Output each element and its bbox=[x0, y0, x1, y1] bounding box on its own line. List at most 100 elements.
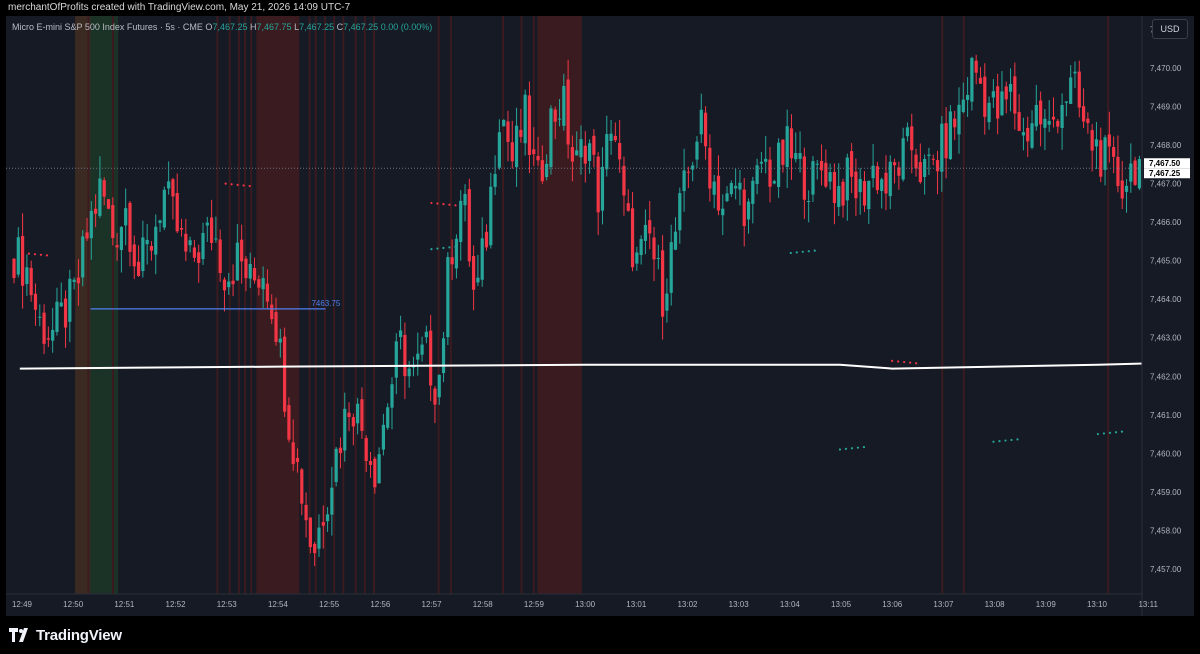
price-marker-label: 7,467.25 bbox=[1149, 169, 1181, 178]
candle-body bbox=[351, 417, 355, 427]
candle-body bbox=[38, 316, 42, 318]
candle-body bbox=[1086, 118, 1090, 124]
candle-body bbox=[111, 205, 115, 239]
candle-body bbox=[772, 181, 776, 184]
session-stripe-2 bbox=[216, 16, 219, 594]
candle-body bbox=[648, 220, 652, 234]
candle-body bbox=[364, 438, 368, 461]
candle-body bbox=[441, 338, 446, 374]
candle-body bbox=[931, 158, 935, 160]
candle-body bbox=[278, 338, 282, 343]
candle-body bbox=[935, 160, 940, 172]
psar-dot-down bbox=[909, 361, 912, 364]
candle-body bbox=[751, 180, 755, 204]
candle-body bbox=[523, 94, 527, 144]
candle-body bbox=[424, 331, 428, 338]
candle-body bbox=[768, 159, 772, 187]
candle-body bbox=[502, 119, 506, 127]
candle-body bbox=[489, 186, 493, 246]
candle-body bbox=[317, 527, 321, 549]
psar-dot-down bbox=[45, 254, 49, 257]
time-tick-label: 12:58 bbox=[473, 600, 494, 609]
candle-body bbox=[209, 217, 214, 243]
price-tick-label: 7,464.00 bbox=[1150, 295, 1182, 304]
time-tick-label: 13:01 bbox=[626, 600, 647, 609]
candle-body bbox=[1060, 104, 1064, 128]
candle-body bbox=[622, 165, 626, 196]
candle-body bbox=[1137, 159, 1142, 189]
candle-body bbox=[20, 236, 25, 286]
price-tick-label: 7,460.00 bbox=[1150, 449, 1182, 458]
candle-body bbox=[1030, 123, 1034, 148]
price-chart[interactable]: 7463.757,471.007,470.007,469.007,468.007… bbox=[6, 16, 1194, 616]
session-stripe-8 bbox=[308, 16, 311, 594]
candle-body bbox=[1008, 84, 1013, 92]
candle-body bbox=[1124, 185, 1129, 192]
candle-body bbox=[661, 250, 665, 317]
candle-body bbox=[313, 543, 317, 554]
tradingview-logo[interactable]: TradingView bbox=[9, 626, 122, 644]
candle-body bbox=[291, 442, 295, 465]
time-tick-label: 12:49 bbox=[12, 600, 33, 609]
candle-body bbox=[437, 374, 441, 398]
psar-dot-up bbox=[998, 440, 1001, 443]
candle-body bbox=[583, 145, 587, 164]
time-tick-label: 12:50 bbox=[63, 600, 84, 609]
psar-dot-up bbox=[789, 251, 792, 255]
psar-dot-up bbox=[801, 250, 804, 253]
candle-body bbox=[974, 60, 978, 73]
candle-body bbox=[880, 179, 884, 191]
candle-body bbox=[961, 99, 965, 112]
candle-body bbox=[1133, 160, 1137, 185]
candle-body bbox=[914, 154, 918, 169]
candle-body bbox=[472, 256, 476, 290]
psar-dot-up bbox=[862, 445, 866, 449]
candle-body bbox=[171, 179, 175, 197]
currency-button[interactable]: USD bbox=[1152, 19, 1188, 39]
candle-body bbox=[639, 239, 643, 255]
candle-body bbox=[1026, 127, 1030, 142]
candle-body bbox=[746, 201, 751, 220]
candle-body bbox=[1129, 163, 1133, 182]
candle-body bbox=[575, 150, 579, 156]
candle-body bbox=[875, 166, 879, 191]
psar-dot-down bbox=[915, 362, 918, 365]
candle-body bbox=[386, 407, 390, 428]
psar-dot-up bbox=[1114, 431, 1118, 434]
candle-body bbox=[1013, 76, 1017, 114]
psar-dot-up bbox=[992, 440, 995, 443]
candle-body bbox=[965, 94, 970, 100]
candle-body bbox=[360, 399, 364, 431]
candle-body bbox=[927, 154, 931, 156]
candle-body bbox=[450, 257, 454, 265]
psar-dot-up bbox=[454, 245, 457, 248]
candle-body bbox=[867, 180, 871, 210]
chart-panel[interactable]: 7463.757,471.007,470.007,469.007,468.007… bbox=[6, 16, 1194, 616]
candle-body bbox=[600, 166, 605, 211]
candle-body bbox=[901, 138, 905, 180]
candle-body bbox=[214, 238, 218, 240]
candle-body bbox=[420, 344, 424, 355]
candle-body bbox=[356, 403, 360, 424]
price-tick-label: 7,469.00 bbox=[1150, 103, 1182, 112]
candle-body bbox=[480, 238, 484, 280]
candle-body bbox=[1017, 112, 1021, 131]
tradingview-logo-icon bbox=[9, 628, 28, 642]
candle-body bbox=[845, 157, 849, 201]
candle-body bbox=[102, 180, 106, 197]
candle-body bbox=[549, 108, 553, 168]
candle bbox=[549, 105, 553, 175]
time-tick-label: 12:59 bbox=[524, 600, 545, 609]
time-tick-label: 12:54 bbox=[268, 600, 289, 609]
candle-body bbox=[94, 208, 98, 214]
candle-body bbox=[42, 312, 46, 344]
session-stripe-16 bbox=[437, 16, 440, 594]
session-stripe-18 bbox=[502, 16, 505, 594]
candle-body bbox=[304, 504, 308, 521]
candle-body bbox=[944, 123, 948, 159]
candle-body bbox=[373, 458, 377, 488]
candle-body bbox=[738, 182, 742, 190]
symbol-legend: Micro E-mini S&P 500 Index Futures · 5s … bbox=[12, 22, 432, 32]
candle-body bbox=[459, 200, 463, 243]
candle-body bbox=[59, 302, 63, 307]
